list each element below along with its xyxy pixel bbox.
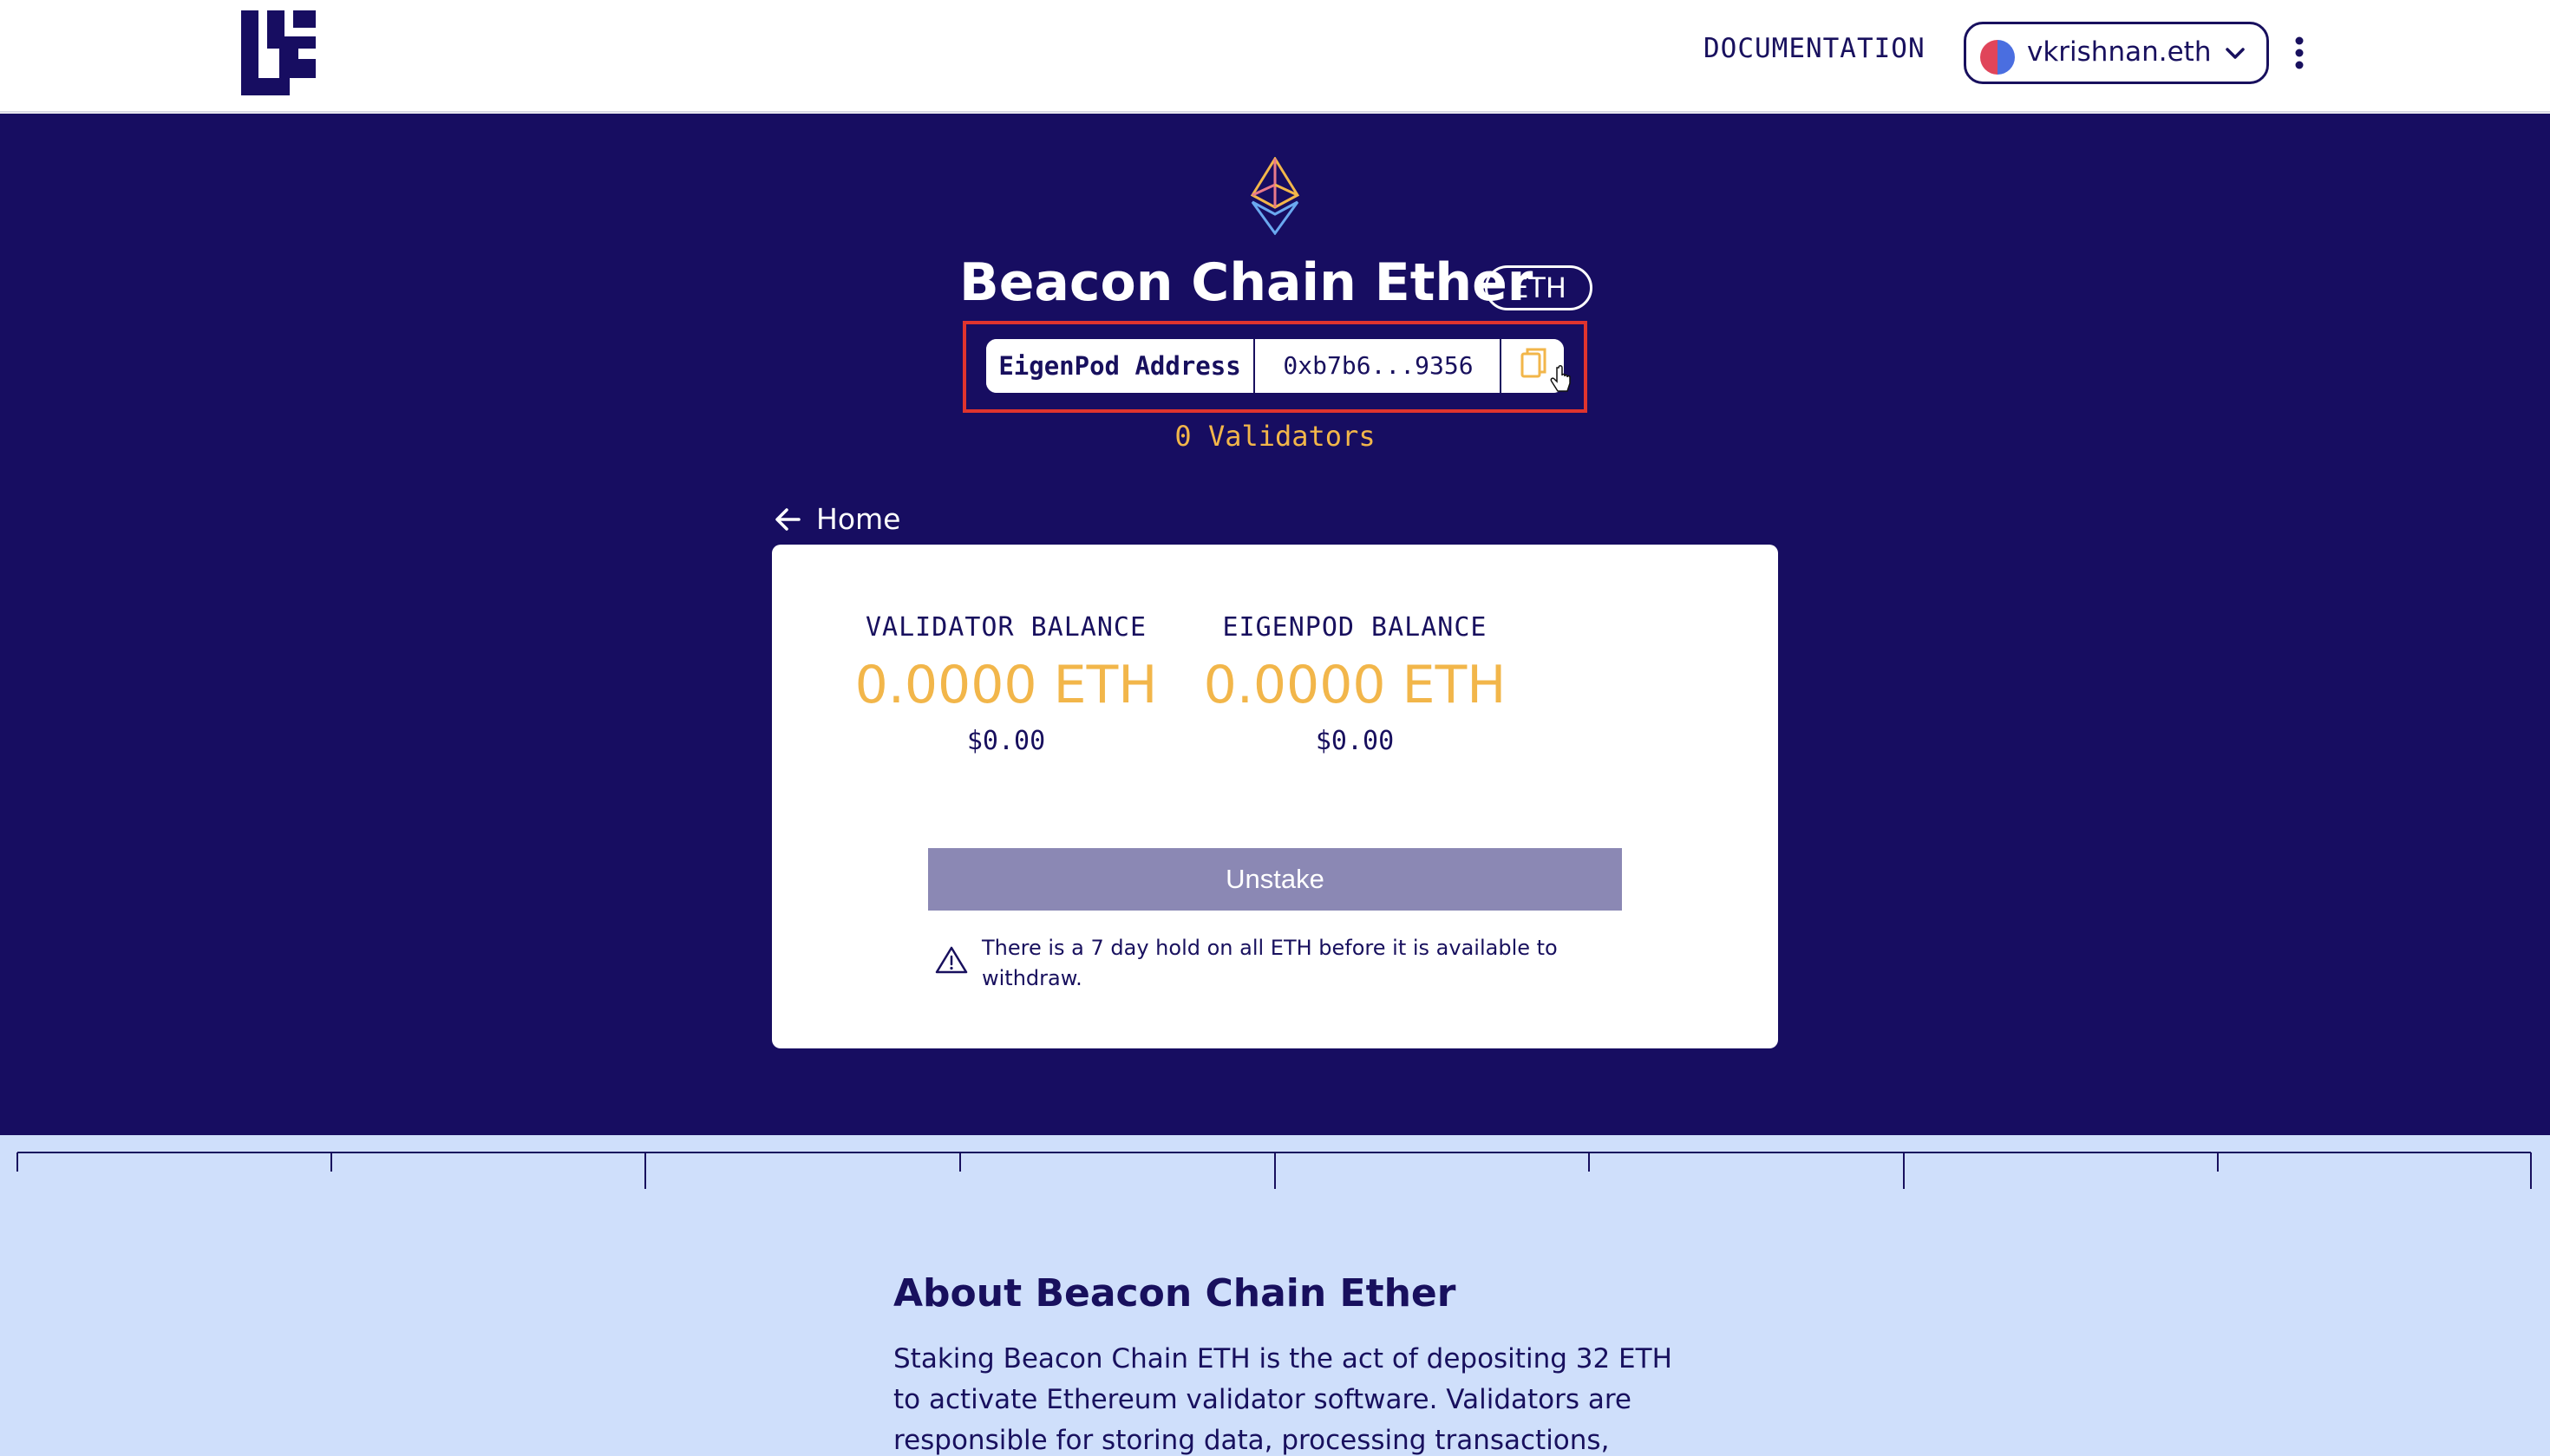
eigenpod-address-field: EigenPod Address 0xb7b6...9356 [986, 339, 1564, 393]
eigenpod-address-label: EigenPod Address [986, 339, 1255, 393]
withdraw-hold-text: There is a 7 day hold on all ETH before … [982, 936, 1558, 990]
eigenpod-balance-usd: $0.00 [1315, 726, 1395, 756]
about-title: About Beacon Chain Ether [893, 1271, 1456, 1316]
validator-balance-label: VALIDATOR BALANCE [865, 612, 1148, 643]
back-home-label: Home [816, 502, 901, 536]
balance-card: VALIDATOR BALANCE 0.0000 ETH $0.00 EIGEN… [772, 545, 1778, 1048]
eigenlayer-logo-icon[interactable] [241, 10, 316, 95]
top-nav: DOCUMENTATION vkrishnan.eth [0, 0, 2550, 113]
page-title: Beacon Chain Ether [959, 252, 1533, 313]
validator-balance-usd: $0.00 [966, 726, 1046, 756]
wallet-avatar-icon [1980, 40, 2015, 75]
token-hero: Beacon Chain Ether ETH EigenPod Address … [0, 114, 2550, 1135]
unstake-button[interactable]: Unstake [928, 848, 1622, 911]
ethereum-icon [1250, 157, 1300, 235]
token-symbol-badge: ETH [1485, 265, 1592, 310]
chevron-down-icon [2226, 48, 2245, 59]
eigenpod-balance: EIGENPOD BALANCE 0.0000 ETH $0.00 [1190, 612, 1520, 756]
kebab-menu-icon[interactable] [2286, 35, 2312, 71]
about-section: About Beacon Chain Ether Staking Beacon … [0, 1135, 2550, 1456]
documentation-link[interactable]: DOCUMENTATION [1703, 33, 1926, 64]
wallet-button[interactable]: vkrishnan.eth [1964, 22, 2269, 84]
hand-pointer-icon [1550, 365, 1571, 392]
arrow-left-icon [775, 508, 801, 531]
validator-balance-value: 0.0000 ETH [854, 655, 1158, 715]
eigenpod-balance-value: 0.0000 ETH [1203, 655, 1507, 715]
eigenpod-balance-label: EIGENPOD BALANCE [1222, 612, 1488, 643]
wallet-name: vkrishnan.eth [2027, 36, 2212, 68]
validator-balance: VALIDATOR BALANCE 0.0000 ETH $0.00 [841, 612, 1171, 756]
eigenpod-address-value: 0xb7b6...9356 [1257, 339, 1501, 393]
ruler-divider [16, 1152, 2532, 1189]
warning-triangle-icon [935, 946, 968, 974]
about-description: Staking Beacon Chain ETH is the act of d… [893, 1343, 1672, 1456]
validators-count: 0 Validators [1174, 420, 1376, 453]
